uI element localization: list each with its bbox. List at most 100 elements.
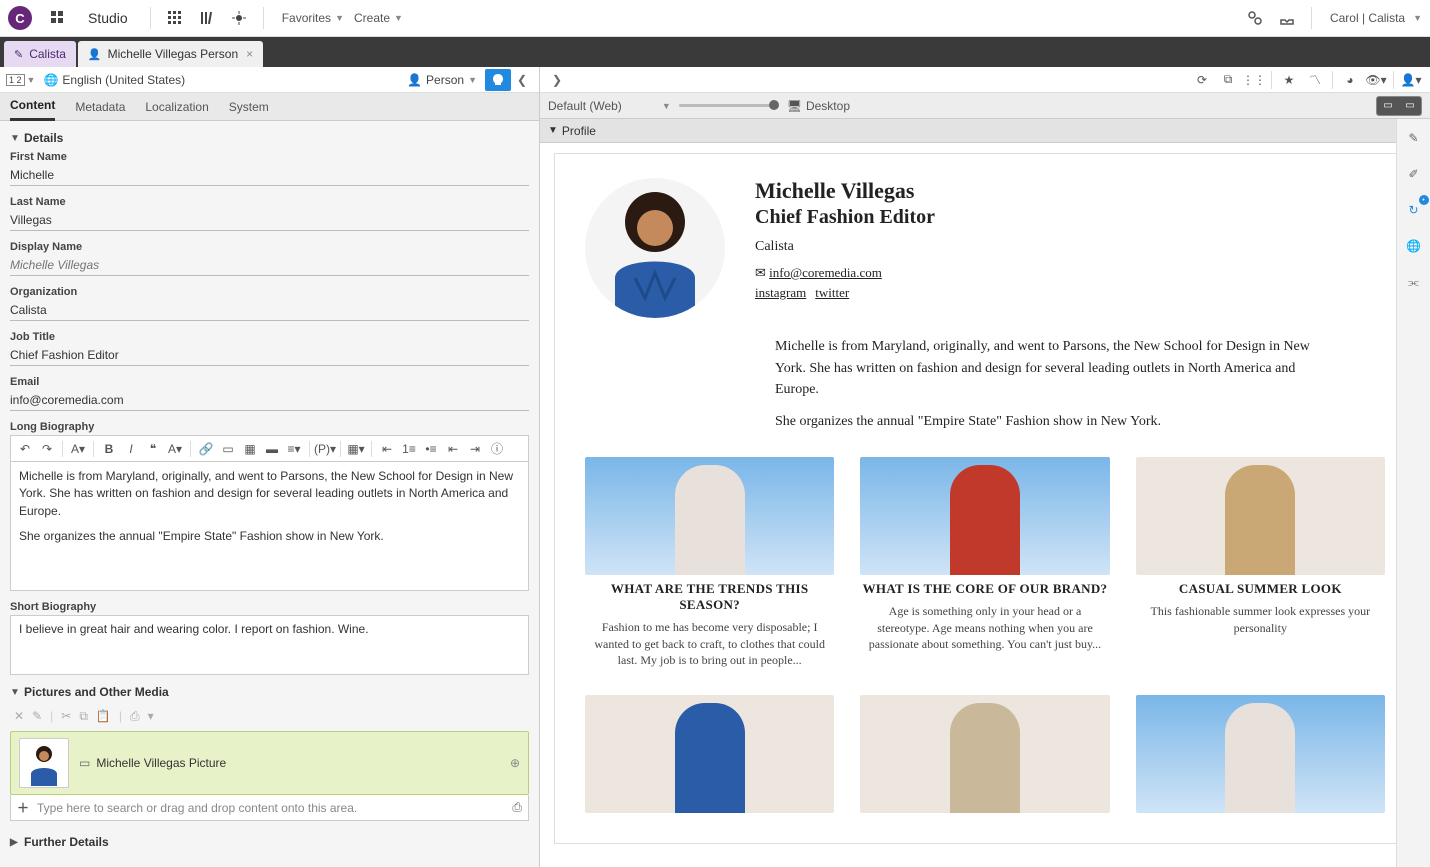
editor-toolbar: 1 2 ▼ 🌐 English (United States) 👤 Person…	[0, 67, 539, 93]
bookmark-icon[interactable]: ★	[1278, 69, 1300, 91]
refresh-badge-icon[interactable]: ↻•	[1403, 199, 1425, 221]
inbox-icon[interactable]	[1275, 6, 1299, 30]
embed-button[interactable]: ▦	[240, 439, 260, 459]
gears-icon[interactable]	[1243, 6, 1267, 30]
tab-label: Michelle Villegas Person	[108, 47, 239, 61]
article-card[interactable]: CASUAL SUMMER LOOK This fashionable summ…	[1136, 457, 1385, 669]
paragraph-button[interactable]: (P)▾	[315, 439, 335, 459]
align-button[interactable]: ≡▾	[284, 439, 304, 459]
library-icon[interactable]: ⎙	[512, 800, 522, 815]
open-external-icon[interactable]: ⧉	[1217, 69, 1239, 91]
compare-button[interactable]: 1 2 ▼	[6, 74, 35, 86]
share-rail-icon[interactable]: ⫘	[1403, 271, 1425, 293]
paste-icon[interactable]: 📋	[96, 709, 111, 723]
media-drop-area[interactable]: ＋ Type here to search or drag and drop c…	[10, 795, 529, 821]
collapse-left-button[interactable]: ❮	[511, 69, 533, 91]
feedback-button[interactable]	[485, 69, 511, 91]
locale-selector[interactable]: 🌐 English (United States)	[43, 73, 185, 87]
globe-strike-icon[interactable]: 🌐	[1403, 235, 1425, 257]
preview-mode-toggle[interactable]: ▭ ▭	[1376, 96, 1422, 116]
more-icon[interactable]: ▾	[148, 709, 154, 723]
logo-icon[interactable]: C	[8, 6, 32, 30]
tab-content[interactable]: Content	[10, 92, 55, 121]
twitter-link[interactable]: twitter	[815, 285, 849, 300]
short-bio-editor[interactable]: I believe in great hair and wearing colo…	[10, 615, 529, 675]
article-card[interactable]	[585, 695, 834, 819]
analytics-icon[interactable]: 〽	[1304, 69, 1326, 91]
redo-button[interactable]: ↷	[37, 439, 57, 459]
reload-icon[interactable]: ⟳	[1191, 69, 1213, 91]
section-further-details[interactable]: ▶Further Details	[10, 835, 529, 849]
user-menu[interactable]: Carol | Calista	[1330, 11, 1405, 25]
outdent-button[interactable]: ⇤	[443, 439, 463, 459]
article-card[interactable]	[1136, 695, 1385, 819]
apps-icon[interactable]	[46, 6, 70, 30]
first-name-input[interactable]	[10, 165, 529, 186]
tab-system[interactable]: System	[229, 94, 269, 120]
instagram-link[interactable]: instagram	[755, 285, 806, 300]
image-button[interactable]: ▭	[218, 439, 238, 459]
undo-button[interactable]: ↶	[15, 439, 35, 459]
font-style-button[interactable]: A▾	[165, 439, 185, 459]
bio-paragraph: She organizes the annual "Empire State" …	[775, 411, 1315, 433]
pen-strike-icon[interactable]: ✐	[1403, 163, 1425, 185]
article-card[interactable]: WHAT IS THE CORE OF OUR BRAND? Age is so…	[860, 457, 1109, 669]
drag-handle-icon[interactable]: ⊕	[510, 756, 520, 770]
article-image	[860, 457, 1109, 575]
display-name-input[interactable]	[10, 255, 529, 276]
short-bio-label: Short Biography	[10, 601, 529, 613]
article-card[interactable]	[860, 695, 1109, 819]
cut-icon[interactable]: ✂	[61, 709, 71, 723]
library-icon[interactable]	[195, 6, 219, 30]
section-pictures[interactable]: ▼Pictures and Other Media	[10, 685, 529, 699]
time-icon[interactable]: ◕	[1339, 69, 1361, 91]
section-details[interactable]: ▼Details	[10, 131, 529, 145]
share-icon[interactable]: ⋮⋮	[1243, 69, 1265, 91]
delete-icon[interactable]: ✕	[14, 709, 24, 723]
zoom-slider[interactable]	[679, 104, 779, 107]
media-button[interactable]: ▬	[262, 439, 282, 459]
last-name-input[interactable]	[10, 210, 529, 231]
tab-metadata[interactable]: Metadata	[75, 94, 125, 120]
favorites-menu[interactable]: Favorites	[282, 11, 331, 25]
bold-button[interactable]: B	[99, 439, 119, 459]
preview-card: Michelle Villegas Chief Fashion Editor C…	[554, 153, 1416, 844]
table-button[interactable]: ▦▾	[346, 439, 366, 459]
close-icon[interactable]: ×	[246, 47, 253, 61]
user-icon[interactable]: 👤▾	[1400, 69, 1422, 91]
toggle-a[interactable]: ▭	[1377, 97, 1399, 115]
visibility-icon[interactable]: 👁▾	[1365, 69, 1387, 91]
library-icon[interactable]: ⎙	[130, 709, 140, 724]
tab-localization[interactable]: Localization	[145, 94, 208, 120]
article-card[interactable]: WHAT ARE THE TRENDS THIS SEASON? Fashion…	[585, 457, 834, 669]
profile-email[interactable]: info@coremedia.com	[769, 265, 882, 280]
create-menu[interactable]: Create	[354, 11, 390, 25]
wand-icon[interactable]: ✎	[1403, 127, 1425, 149]
type-selector[interactable]: 👤 Person ▼	[407, 73, 477, 87]
link-button[interactable]: 🔗	[196, 439, 216, 459]
ol-button[interactable]: 1≡	[399, 439, 419, 459]
ul-button[interactable]: •≡	[421, 439, 441, 459]
indent-button[interactable]: ⇥	[465, 439, 485, 459]
target-icon[interactable]	[227, 6, 251, 30]
job-title-input[interactable]	[10, 345, 529, 366]
copy-icon[interactable]: ⧉	[79, 709, 88, 724]
indent-left-button[interactable]: ⇤	[377, 439, 397, 459]
tab-site[interactable]: ✎ Calista	[4, 41, 76, 67]
italic-button[interactable]: I	[121, 439, 141, 459]
grid-icon[interactable]	[163, 6, 187, 30]
email-input[interactable]	[10, 390, 529, 411]
expand-left-button[interactable]: ❯	[546, 69, 568, 91]
font-button[interactable]: A▾	[68, 439, 88, 459]
section-label: Further Details	[24, 835, 109, 849]
media-item[interactable]: ▭ Michelle Villegas Picture ⊕	[11, 732, 528, 794]
channel-selector[interactable]: Default (Web)	[548, 99, 622, 113]
toggle-b[interactable]: ▭	[1399, 97, 1421, 115]
preview-section-header[interactable]: ▼ Profile	[540, 119, 1430, 143]
info-button[interactable]: ⓘ	[487, 439, 507, 459]
organization-input[interactable]	[10, 300, 529, 321]
quote-button[interactable]: ❝	[143, 439, 163, 459]
long-bio-editor[interactable]: Michelle is from Maryland, originally, a…	[10, 461, 529, 591]
tab-document[interactable]: 👤 Michelle Villegas Person ×	[78, 41, 263, 67]
edit-icon[interactable]: ✎	[32, 709, 42, 723]
